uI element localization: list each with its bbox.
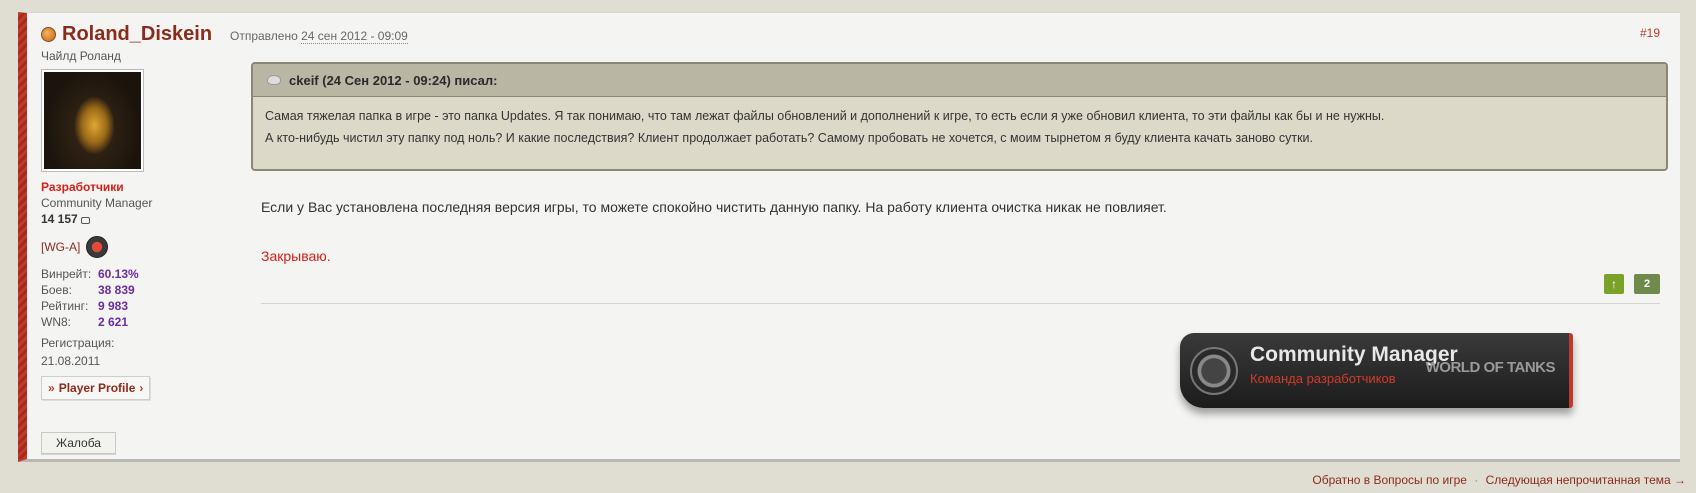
author-role: Community Manager [41,196,153,210]
signature-brand: WORLD OF TANKS [1425,359,1556,376]
signature-banner: Community Manager Команда разработчиков … [1180,333,1573,408]
reputation-area: ↑ 2 [1604,274,1660,294]
author-name-row: Roland_Diskein [41,23,221,46]
clan-emblem-icon[interactable] [86,236,109,258]
clan-row: [WG-A] [41,236,221,258]
quote-block: ckeif (24 Сен 2012 - 09:24) писал: Самая… [251,62,1668,171]
author-subtitle: Чайлд Роланд [41,49,121,63]
player-stats: Винрейт: 60.13% Боев: 38 839 Рейтинг: 9 … [41,266,221,330]
stat-value: 38 839 [98,283,135,297]
stat-row: Боев: 38 839 [41,282,221,298]
next-unread-topic-link[interactable]: Следующая непрочитанная тема → [1486,473,1686,487]
nav-separator: · [1474,473,1479,487]
stat-value: 60.13% [98,267,139,281]
quote-line: Самая тяжелая папка в игре - это папка U… [265,109,1385,123]
stat-row: Винрейт: 60.13% [41,266,221,282]
online-status-icon [41,27,56,42]
reputation-up-button[interactable]: ↑ [1604,274,1624,294]
quote-header: ckeif (24 Сен 2012 - 09:24) писал: [253,64,1666,97]
wargaming-logo-icon [1190,347,1238,395]
post-count: 14 157 [41,212,221,226]
author-panel: Roland_Diskein Чайлд Роланд Разработчики… [41,23,221,400]
avatar-image [44,72,141,169]
stat-row: WN8: 2 621 [41,314,221,330]
chevron-right-icon: › [139,381,144,395]
player-profile-label: Player Profile [58,381,136,395]
author-group: Разработчики [41,180,124,194]
post-number-link[interactable]: #19 [1640,26,1660,40]
forum-post: Roland_Diskein Чайлд Роланд Разработчики… [18,12,1680,462]
post-date-prefix: Отправлено [230,29,298,43]
stat-value: 2 621 [98,315,129,329]
closing-text: Закрываю. [261,248,331,264]
stat-label: Рейтинг: [41,299,89,313]
author-name-link[interactable]: Roland_Diskein [62,23,212,46]
player-profile-button[interactable]: » Player Profile › [41,376,151,400]
quote-author[interactable]: ckeif (24 Сен 2012 - 09:24) писал: [289,73,497,88]
topic-navigation: Обратно в Вопросы по игре · Следующая не… [1312,473,1686,487]
stat-row: Рейтинг: 9 983 [41,298,221,314]
signature-subtitle: Команда разработчиков [1250,371,1396,386]
stat-label: Винрейт: [41,267,92,281]
quote-body: Самая тяжелая папка в игре - это папка U… [253,97,1666,157]
post-date: Отправлено 24 сен 2012 - 09:09 [230,29,408,44]
stat-label: WN8: [41,315,71,329]
signature-divider [261,303,1660,304]
post-timestamp: 24 сен 2012 - 09:09 [301,29,408,44]
avatar[interactable] [41,69,144,172]
reputation-count: 2 [1634,274,1660,294]
post-count-value: 14 157 [41,212,78,226]
quote-icon [267,75,281,85]
arrow-up-icon: ↑ [1611,277,1617,291]
back-to-forum-link[interactable]: Обратно в Вопросы по игре [1312,473,1467,487]
stat-value: 9 983 [98,299,129,313]
registration-label: Регистрация: [41,336,115,350]
registration-date: 21.08.2011 [41,354,101,368]
speech-bubble-icon [80,216,90,224]
double-chevron-right-icon: » [48,381,55,395]
stat-label: Боев: [41,283,72,297]
clan-tag-link[interactable]: [WG-A] [41,240,80,254]
report-button[interactable]: Жалоба [41,432,116,454]
quote-line: А кто-нибудь чистил эту папку под ноль? … [265,131,1313,145]
reply-text: Если у Вас установлена последняя версия … [261,199,1167,215]
